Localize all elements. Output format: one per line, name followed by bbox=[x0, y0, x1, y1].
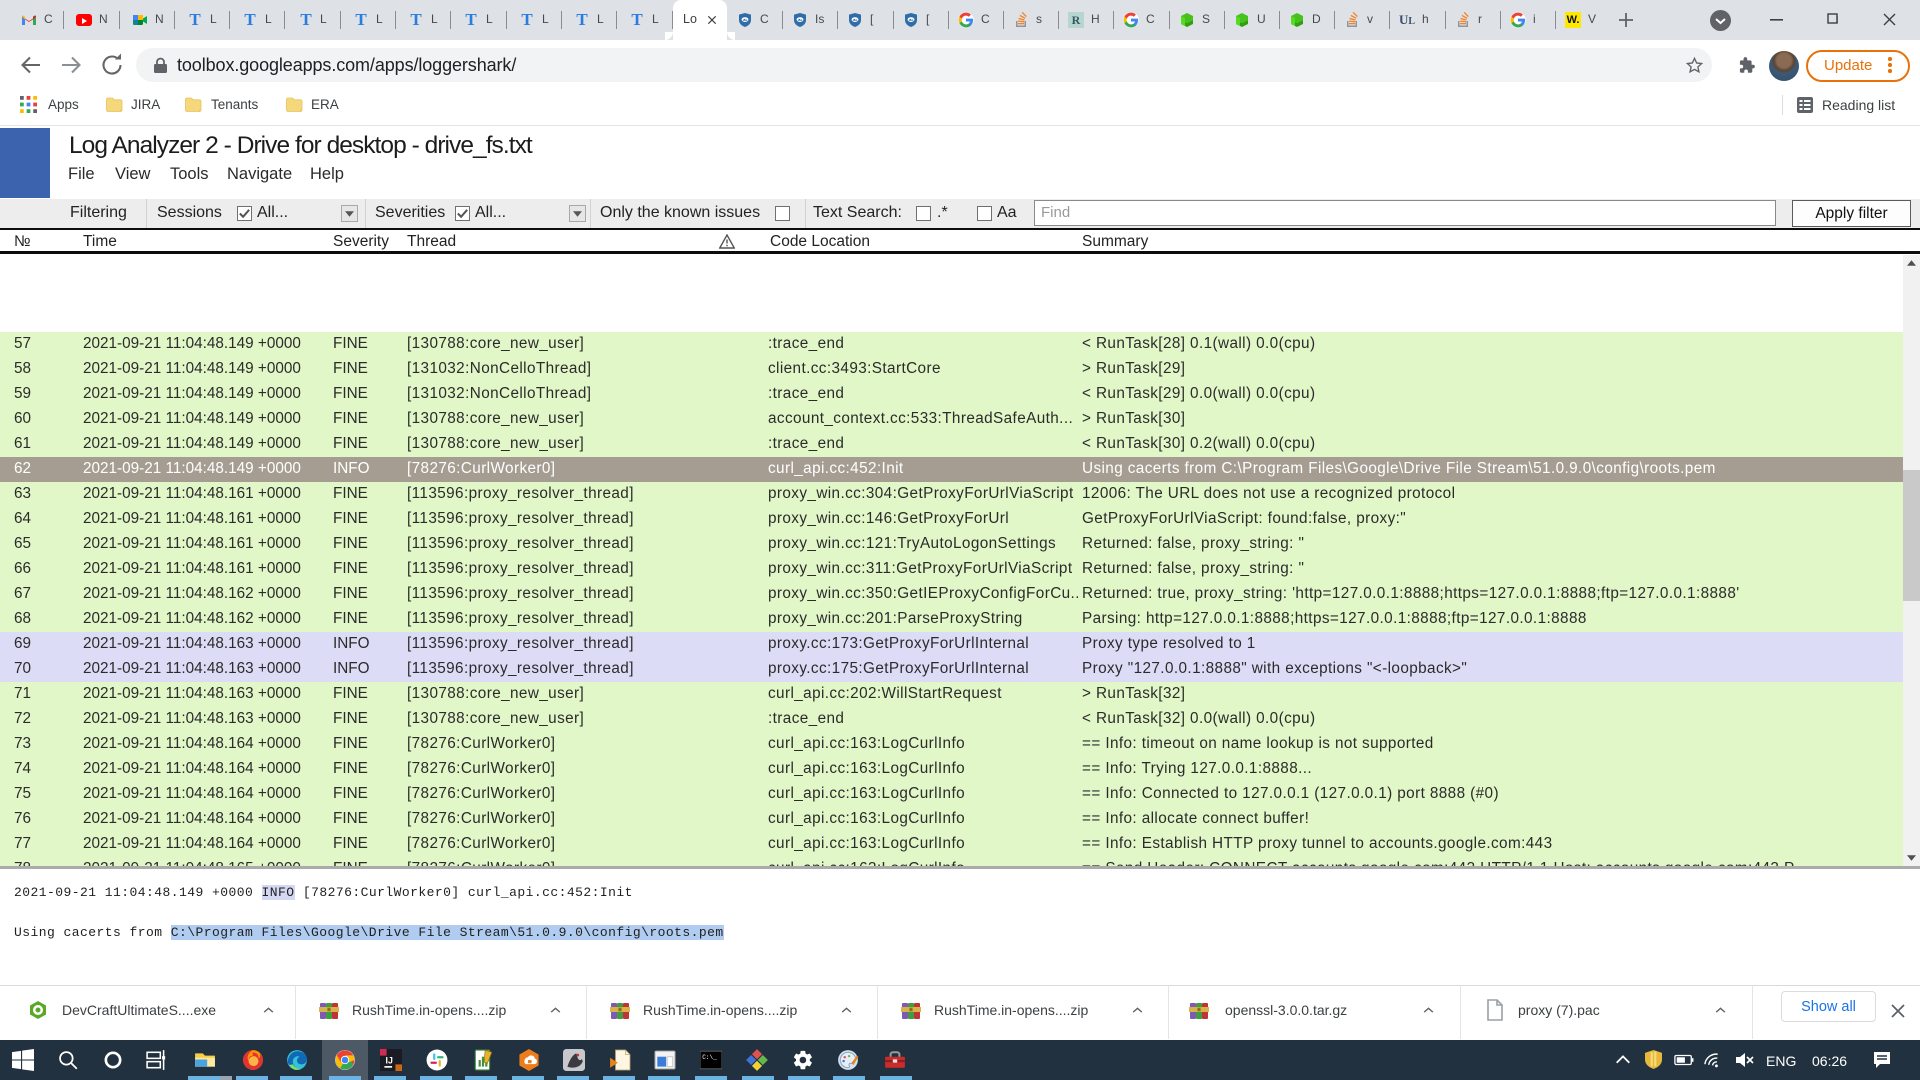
svg-text:IJ: IJ bbox=[386, 1055, 393, 1065]
svg-text:C:\_: C:\_ bbox=[702, 1054, 717, 1061]
